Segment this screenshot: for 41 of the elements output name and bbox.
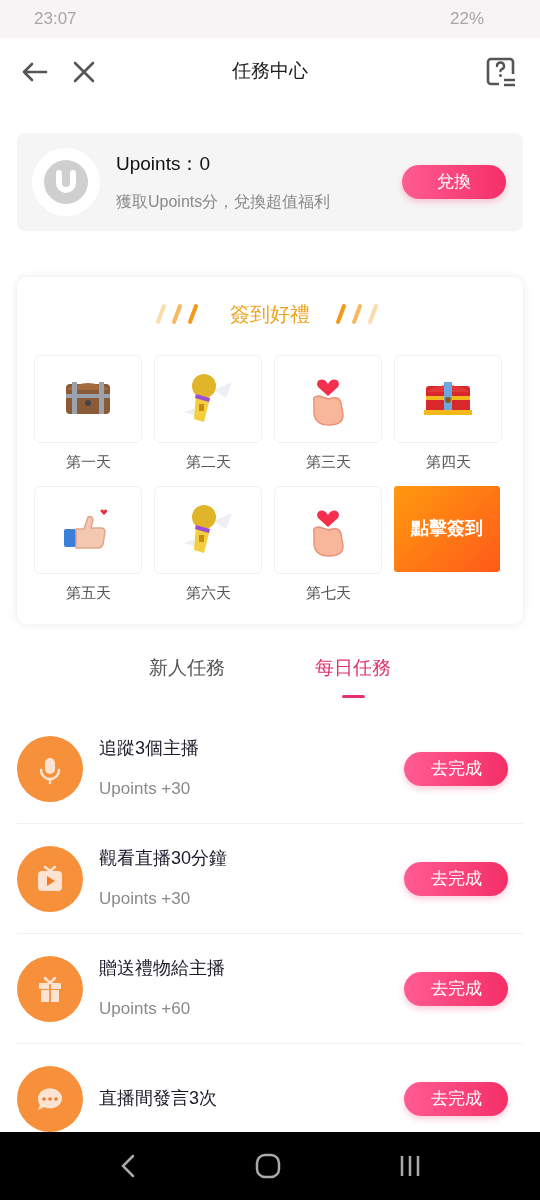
check-in-button[interactable]: 點擊簽到 [394, 485, 500, 572]
recent-apps-icon[interactable] [398, 1154, 422, 1178]
points-balance: Upoints：0 [116, 151, 211, 176]
day-label: 第七天 [304, 582, 352, 603]
day-label: 第一天 [64, 452, 112, 472]
day-label: 第六天 [184, 582, 232, 603]
complete-task-button[interactable]: 去完成 [404, 1081, 508, 1116]
chat-bubble-icon [17, 1065, 83, 1132]
complete-task-button[interactable]: 去完成 [404, 751, 508, 786]
back-arrow-icon [20, 60, 48, 83]
gift-icon [17, 955, 83, 1022]
day-label: 第二天 [184, 452, 232, 472]
task-title: 直播間發言3次 [99, 1087, 218, 1110]
close-icon [72, 59, 96, 84]
day-label: 第五天 [64, 582, 112, 603]
exchange-button[interactable]: 兌換 [402, 165, 506, 199]
check-in-title: 簽到好禮 [230, 302, 310, 327]
task-tab[interactable]: 新人任務 [149, 654, 225, 714]
points-description: 獲取Upoints分，兌換超值福利 [116, 192, 332, 213]
back-button[interactable] [20, 60, 48, 83]
close-button[interactable] [72, 59, 96, 84]
microphone-icon [17, 735, 83, 802]
task-reward: Upoints +30 [99, 778, 192, 801]
u-logo-icon [44, 160, 88, 204]
status-time: 23:07 [34, 8, 77, 31]
complete-task-button[interactable]: 去完成 [404, 861, 508, 896]
task-title: 追蹤3個主播 [99, 737, 200, 761]
complete-task-button[interactable]: 去完成 [404, 971, 508, 1006]
task-reward: Upoints +60 [99, 998, 192, 1021]
day-label: 第四天 [424, 452, 472, 472]
help-button[interactable] [486, 56, 516, 87]
battery-percent: 22% [449, 8, 484, 31]
home-icon[interactable] [254, 1152, 282, 1180]
page-title: 任務中心 [231, 59, 309, 84]
task-reward: Upoints +30 [99, 888, 192, 911]
task-title: 觀看直播30分鐘 [99, 847, 229, 871]
day-label: 第三天 [304, 452, 352, 472]
help-icon [486, 56, 516, 87]
task-tab[interactable]: 每日任務 [315, 654, 391, 714]
task-title: 贈送禮物給主播 [99, 957, 226, 981]
tv-icon [17, 845, 83, 912]
